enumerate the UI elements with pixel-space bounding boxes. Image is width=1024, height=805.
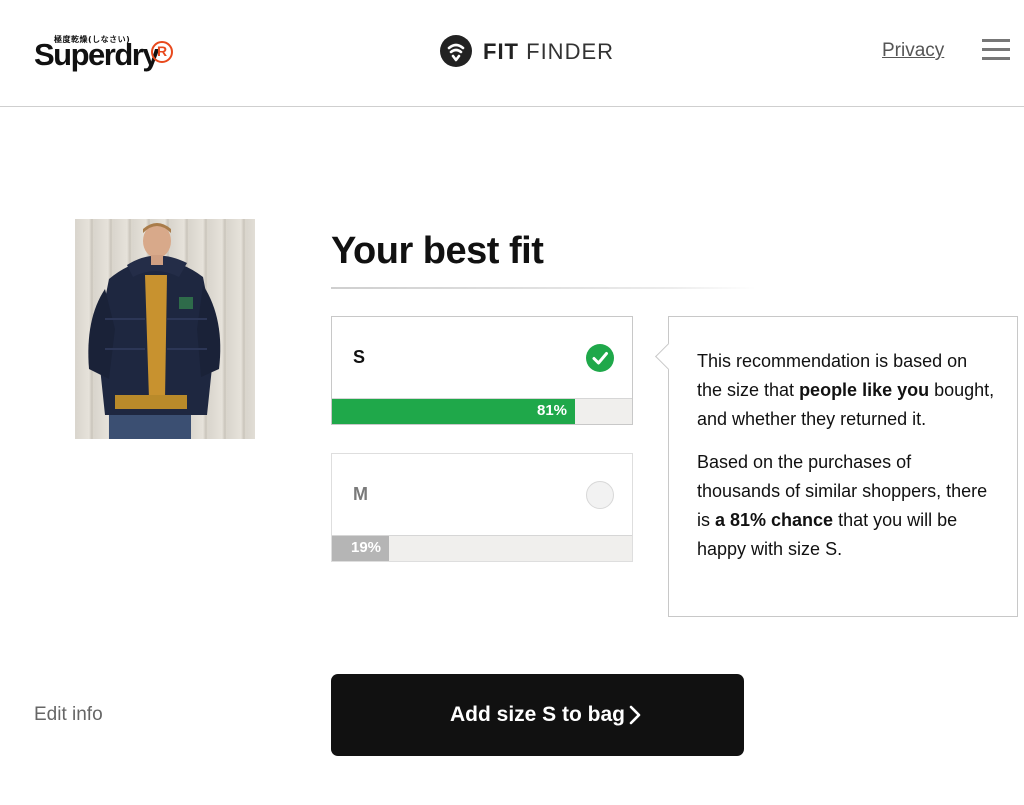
page-title: Your best fit [331, 230, 544, 272]
fit-finder-logo-icon [440, 35, 472, 67]
registered-mark: R [151, 41, 173, 63]
logo-wordmark: Superdry [34, 37, 160, 72]
fit-finder-title-bold: FIT [483, 39, 519, 64]
add-to-bag-button[interactable]: Add size S to bag [331, 674, 744, 756]
callout-arrow [655, 343, 682, 370]
size-option-s[interactable]: S 81% [331, 316, 633, 425]
fit-finder-title: FIT FINDER [483, 39, 614, 65]
text-emphasis: people like you [799, 380, 930, 400]
heading-divider [331, 287, 756, 289]
size-label: M [353, 484, 368, 504]
probability-bar: 19% [332, 535, 632, 561]
recommendation-explanation: This recommendation is based on the size… [655, 316, 1018, 617]
explanation-paragraph-2: Based on the purchases of thousands of s… [697, 448, 997, 564]
product-image [75, 219, 255, 439]
privacy-link[interactable]: Privacy [882, 40, 944, 62]
explanation-text: This recommendation is based on the size… [697, 347, 997, 578]
chevron-right-icon [623, 704, 645, 726]
radio-empty-icon[interactable] [586, 481, 614, 509]
size-label: S [353, 347, 366, 367]
header: 極度乾燥(しなさい) Superdry R FIT FINDER Privacy [0, 0, 1024, 107]
fit-finder-title-light: FINDER [526, 39, 615, 64]
explanation-paragraph-1: This recommendation is based on the size… [697, 347, 997, 434]
probability-bar: 81% [332, 398, 632, 424]
size-option-m[interactable]: M 19% [331, 453, 633, 562]
add-to-bag-label: Add size S to bag [449, 703, 625, 726]
hamburger-menu-icon[interactable] [982, 39, 1010, 61]
check-circle-icon [586, 344, 614, 372]
probability-label: 81% [537, 402, 568, 419]
probability-label: 19% [351, 539, 382, 556]
text-emphasis: a 81% chance [715, 510, 834, 530]
edit-info-link[interactable]: Edit info [34, 704, 103, 726]
